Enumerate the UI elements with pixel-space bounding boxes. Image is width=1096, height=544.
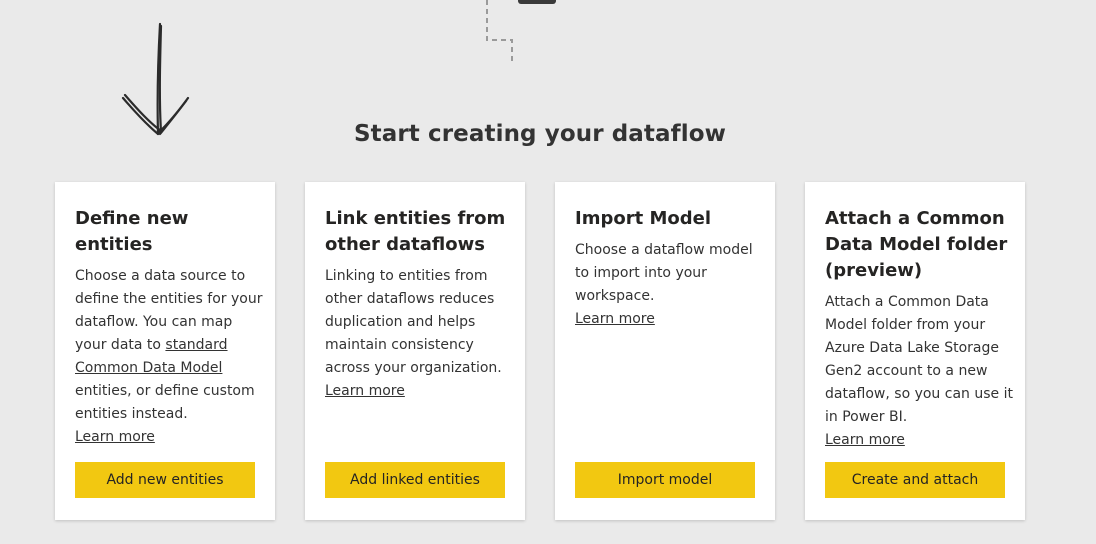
card-link-entities: Link entities from other dataflows Linki…: [305, 182, 525, 520]
add-new-entities-button[interactable]: Add new entities: [75, 462, 255, 498]
add-linked-entities-button[interactable]: Add linked entities: [325, 462, 505, 498]
card-title: Attach a Common Data Model folder (previ…: [825, 208, 1008, 281]
card-description: Attach a Common Data Model folder from y…: [825, 291, 1015, 452]
card-description: Choose a dataflow model to import into y…: [575, 239, 765, 331]
learn-more-link[interactable]: Learn more: [825, 429, 905, 452]
card-define-new-entities: Define new entities Choose a data source…: [55, 182, 275, 520]
learn-more-link[interactable]: Learn more: [325, 380, 405, 403]
card-description: Linking to entities from other dataflows…: [325, 265, 515, 403]
create-and-attach-button[interactable]: Create and attach: [825, 462, 1005, 498]
hand-drawn-arrow-icon: [121, 22, 190, 136]
card-description-text: Attach a Common Data Model folder from y…: [825, 294, 1013, 425]
page-title: Start creating your dataflow: [353, 121, 726, 147]
card-title: Define new entities: [75, 208, 189, 255]
learn-more-link[interactable]: Learn more: [75, 426, 155, 449]
learn-more-link[interactable]: Learn more: [575, 308, 655, 331]
import-model-button[interactable]: Import model: [575, 462, 755, 498]
card-description-text: Choose a dataflow model to import into y…: [575, 242, 753, 304]
card-description-text: Linking to entities from other dataflows…: [325, 268, 502, 376]
connector-line: [486, 0, 556, 62]
card-import-model: Import Model Choose a dataflow model to …: [555, 182, 775, 520]
card-description-text: entities, or define custom entities inst…: [75, 383, 255, 422]
card-attach-cdm-folder: Attach a Common Data Model folder (previ…: [805, 182, 1025, 520]
card-description: Choose a data source to define the entit…: [75, 265, 265, 449]
card-title: Import Model: [575, 208, 711, 229]
card-title: Link entities from other dataflows: [325, 208, 506, 255]
